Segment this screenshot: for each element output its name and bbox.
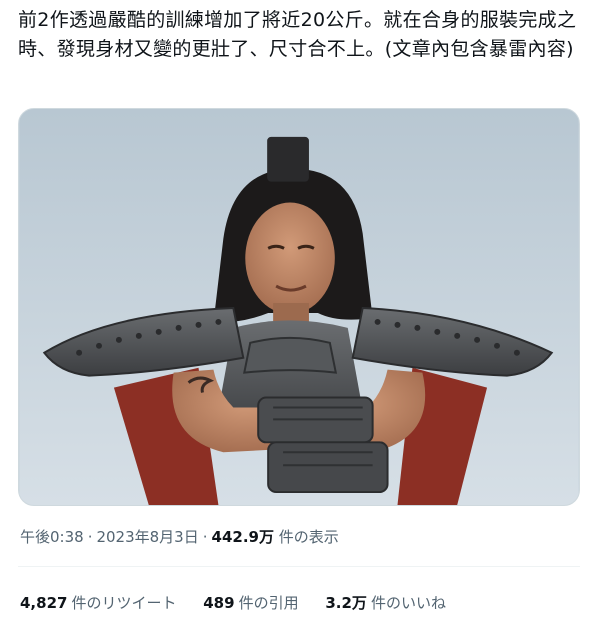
tweet-photo[interactable] bbox=[18, 108, 580, 506]
quotes-label: 件の引用 bbox=[238, 594, 299, 612]
separator: · bbox=[87, 528, 93, 546]
divider bbox=[18, 566, 580, 567]
likes-count: 3.2万 bbox=[325, 594, 367, 612]
retweets-stat[interactable]: 4,827 件のリツイート bbox=[20, 592, 176, 613]
views-label: 件の表示 bbox=[278, 528, 339, 546]
likes-stat[interactable]: 3.2万 件のいいね bbox=[325, 592, 446, 613]
views-count: 442.9万 bbox=[211, 528, 274, 546]
retweets-label: 件のリツイート bbox=[71, 594, 177, 612]
separator: · bbox=[202, 528, 208, 546]
tweet: 前2作透過嚴酷的訓練增加了將近20公斤。就在合身的服裝完成之時、發現身材又變的更… bbox=[0, 0, 598, 630]
tweet-date[interactable]: 2023年8月3日 bbox=[96, 528, 198, 546]
tweet-text: 前2作透過嚴酷的訓練增加了將近20公斤。就在合身的服裝完成之時、發現身材又變的更… bbox=[18, 9, 577, 60]
photo-warrior-in-armor bbox=[19, 109, 579, 505]
tweet-time[interactable]: 午後0:38 bbox=[20, 528, 84, 546]
tweet-stats: 4,827 件のリツイート 489 件の引用 3.2万 件のいいね bbox=[20, 592, 468, 613]
retweets-count: 4,827 bbox=[20, 594, 68, 612]
likes-label: 件のいいね bbox=[370, 594, 446, 612]
quotes-count: 489 bbox=[203, 594, 235, 612]
tweet-meta: 午後0:38 · 2023年8月3日 · 442.9万 件の表示 bbox=[20, 526, 339, 547]
quotes-stat[interactable]: 489 件の引用 bbox=[203, 592, 298, 613]
